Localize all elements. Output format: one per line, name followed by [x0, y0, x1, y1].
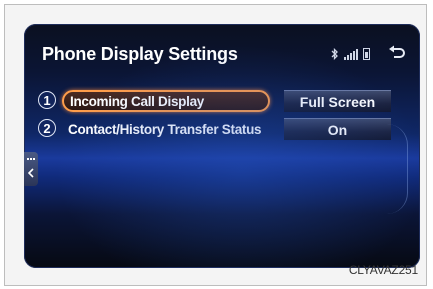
row-number-badge: 1: [38, 91, 56, 109]
chevron-left-icon: [28, 168, 34, 178]
page-title: Phone Display Settings: [42, 44, 238, 64]
back-button[interactable]: [384, 42, 410, 64]
figure-frame: Phone Display Settings 1 Incoming Call D…: [4, 4, 427, 286]
bluetooth-icon: [331, 48, 339, 60]
signal-icon: [344, 48, 358, 60]
setting-row-incoming-call-display: 1 Incoming Call Display Full Screen: [38, 90, 398, 114]
incoming-call-display-value-button[interactable]: Full Screen: [284, 90, 391, 112]
contact-history-transfer-status-button[interactable]: Contact/History Transfer Status: [62, 118, 270, 140]
side-menu-tab[interactable]: [24, 152, 38, 186]
incoming-call-display-button[interactable]: Incoming Call Display: [62, 90, 270, 112]
row-number-badge: 2: [38, 119, 56, 137]
setting-row-contact-history-transfer-status: 2 Contact/History Transfer Status On: [38, 118, 398, 142]
status-bar: [331, 48, 370, 60]
display-screen: Phone Display Settings 1 Incoming Call D…: [24, 24, 420, 268]
decorative-arc: [387, 124, 408, 214]
back-arrow-icon: [389, 45, 405, 58]
more-dots-icon: [27, 156, 35, 162]
battery-icon: [363, 48, 370, 60]
contact-history-transfer-status-value-button[interactable]: On: [284, 118, 391, 140]
figure-code: CLYAVAZ251: [348, 263, 418, 277]
